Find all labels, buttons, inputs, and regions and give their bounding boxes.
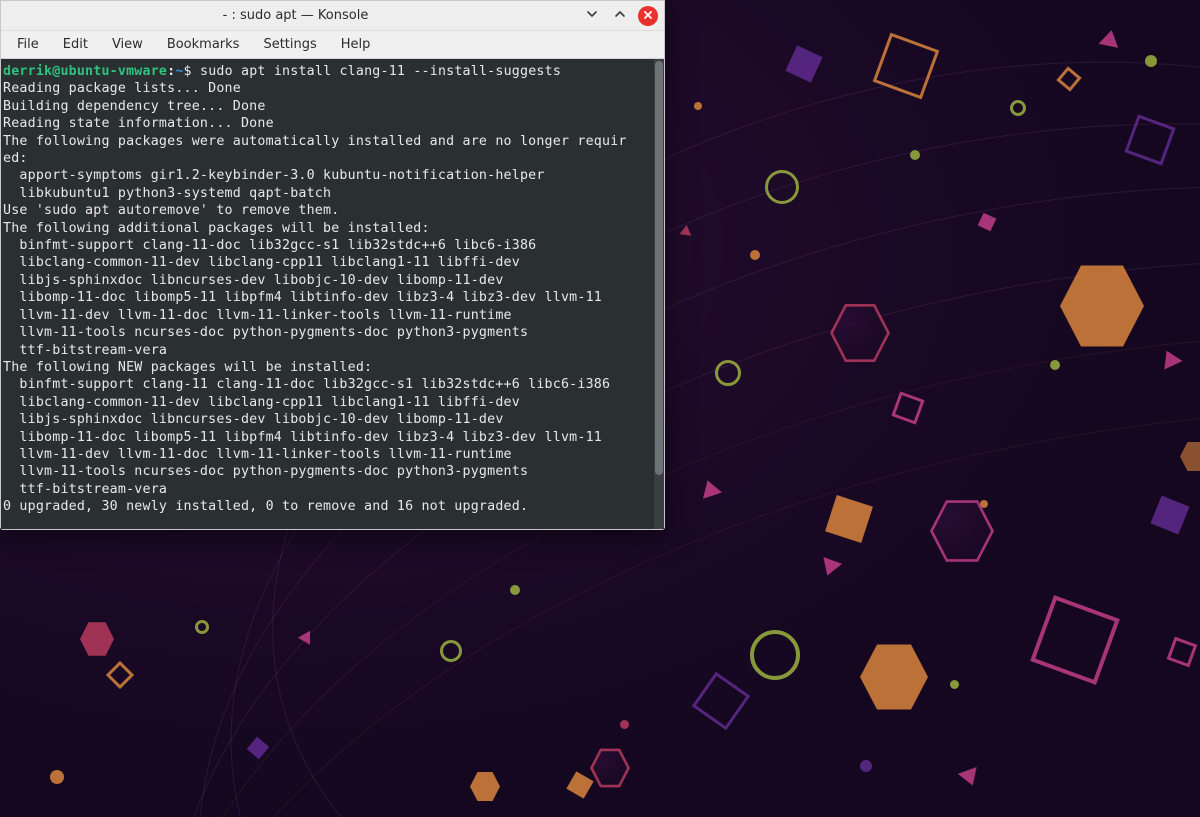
terminal-output[interactable]: derrik@ubuntu-vmware:~$ sudo apt install… <box>1 59 654 529</box>
out-line: Reading package lists... Done <box>3 81 241 96</box>
out-line: The following packages were automaticall… <box>3 134 627 149</box>
titlebar[interactable]: - : sudo apt — Konsole <box>1 1 664 31</box>
out-line: ed: <box>3 151 28 166</box>
menu-settings[interactable]: Settings <box>251 34 328 55</box>
window-controls <box>582 6 658 26</box>
menu-help[interactable]: Help <box>329 34 383 55</box>
chevron-down-icon <box>586 8 598 24</box>
menu-view[interactable]: View <box>100 34 155 55</box>
out-line: libjs-sphinxdoc libncurses-dev libobjc-1… <box>3 273 504 288</box>
command-text: sudo apt install clang-11 --install-sugg… <box>200 64 561 79</box>
prompt-path: ~ <box>175 64 183 79</box>
out-line: libkubuntu1 python3-systemd qapt-batch <box>3 186 331 201</box>
menu-file[interactable]: File <box>5 34 51 55</box>
out-line: libclang-common-11-dev libclang-cpp11 li… <box>3 395 520 410</box>
window-title: - : sudo apt — Konsole <box>9 8 582 23</box>
out-line: Use 'sudo apt autoremove' to remove them… <box>3 203 339 218</box>
out-line: libomp-11-doc libomp5-11 libpfm4 libtinf… <box>3 430 602 445</box>
close-icon <box>643 9 653 23</box>
prompt-user: derrik@ubuntu-vmware <box>3 64 167 79</box>
out-line: llvm-11-dev llvm-11-doc llvm-11-linker-t… <box>3 447 512 462</box>
scrollbar-thumb[interactable] <box>655 61 663 475</box>
prompt-symbol: $ <box>184 64 192 79</box>
menu-bookmarks[interactable]: Bookmarks <box>155 34 252 55</box>
menubar: File Edit View Bookmarks Settings Help <box>1 31 664 59</box>
menu-edit[interactable]: Edit <box>51 34 100 55</box>
out-line: libjs-sphinxdoc libncurses-dev libobjc-1… <box>3 412 504 427</box>
out-line: The following NEW packages will be insta… <box>3 360 372 375</box>
out-line: llvm-11-dev llvm-11-doc llvm-11-linker-t… <box>3 308 512 323</box>
terminal-area[interactable]: derrik@ubuntu-vmware:~$ sudo apt install… <box>1 59 664 529</box>
chevron-up-icon <box>614 8 626 24</box>
close-button[interactable] <box>638 6 658 26</box>
out-line: ttf-bitstream-vera <box>3 482 167 497</box>
out-line: The following additional packages will b… <box>3 221 430 236</box>
out-line: binfmt-support clang-11-doc lib32gcc-s1 … <box>3 238 536 253</box>
minimize-button[interactable] <box>582 6 602 26</box>
out-line: ttf-bitstream-vera <box>3 343 167 358</box>
out-line: binfmt-support clang-11 clang-11-doc lib… <box>3 377 610 392</box>
out-line: libomp-11-doc libomp5-11 libpfm4 libtinf… <box>3 290 602 305</box>
out-line: apport-symptoms gir1.2-keybinder-3.0 kub… <box>3 168 545 183</box>
out-line: llvm-11-tools ncurses-doc python-pygment… <box>3 325 528 340</box>
out-line: Reading state information... Done <box>3 116 274 131</box>
out-line: llvm-11-tools ncurses-doc python-pygment… <box>3 464 528 479</box>
out-line: 0 upgraded, 30 newly installed, 0 to rem… <box>3 499 528 514</box>
out-line: Building dependency tree... Done <box>3 99 266 114</box>
maximize-button[interactable] <box>610 6 630 26</box>
out-line: libclang-common-11-dev libclang-cpp11 li… <box>3 255 520 270</box>
konsole-window: - : sudo apt — Konsole File Edit View <box>0 0 665 530</box>
terminal-scrollbar[interactable] <box>654 59 664 529</box>
